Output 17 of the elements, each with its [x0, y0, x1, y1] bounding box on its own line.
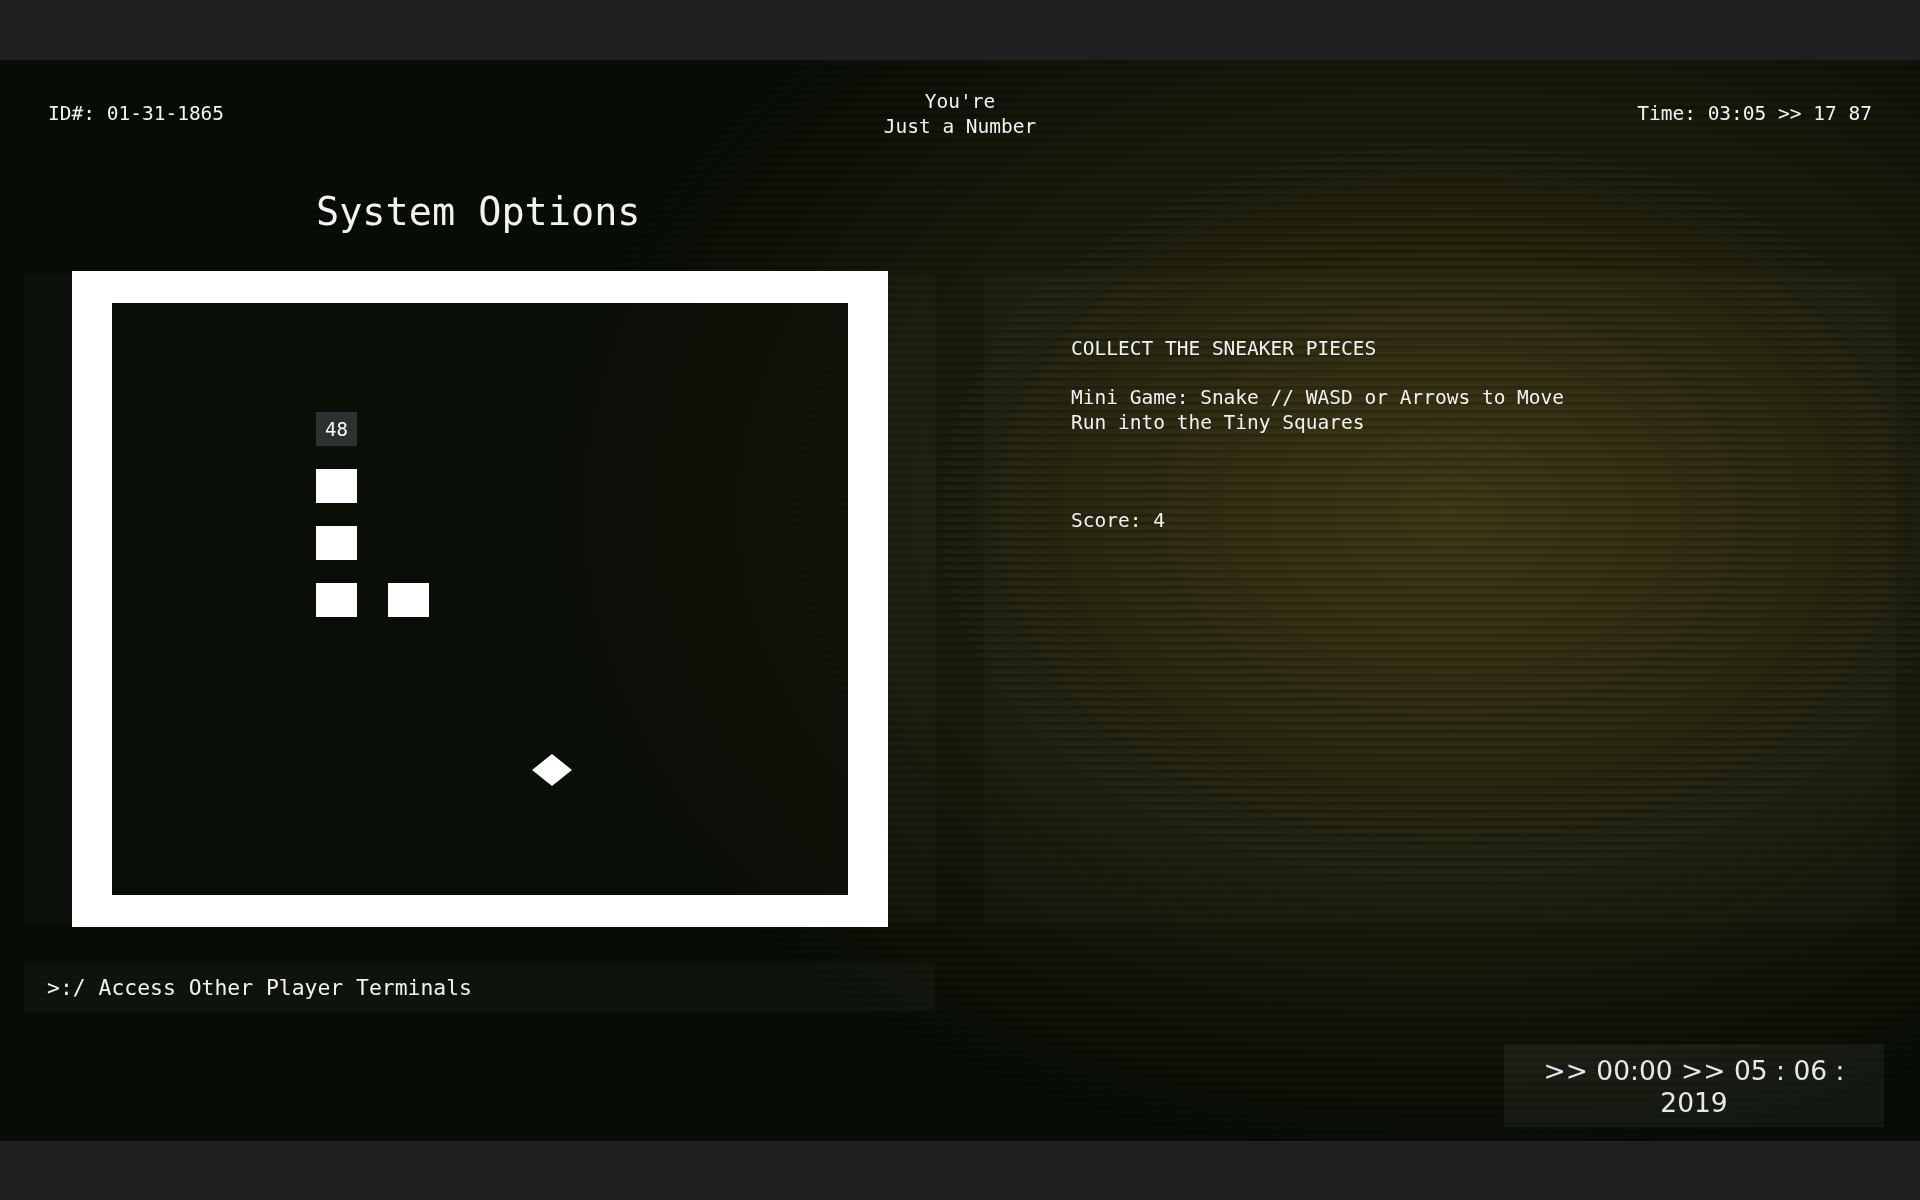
player-id: ID#: 01-31-1865: [48, 101, 225, 127]
instruction-text: Run into the Tiny Squares: [1071, 410, 1366, 435]
snake-head: 48: [316, 412, 357, 446]
date-readout: >> 00:00 >> 05 : 06 : 2019: [1504, 1044, 1884, 1127]
header-title: Just a Number: [883, 114, 1037, 139]
snake-segment: [388, 583, 429, 617]
page-title: System Options: [316, 188, 642, 236]
snake-segment: [316, 469, 357, 503]
snake-segment: [316, 526, 357, 560]
score-text: Score: 4: [1071, 508, 1166, 533]
info-heading: COLLECT THE SNEAKER PIECES: [1071, 336, 1378, 361]
instruction-text: Mini Game: Snake // WASD or Arrows to Move: [1071, 385, 1566, 410]
time-readout: Time: 03:05 >> 17 87: [1637, 101, 1872, 127]
access-terminals-link[interactable]: >:/ Access Other Player Terminals: [24, 962, 935, 1012]
snake-segment: [316, 583, 357, 617]
food-diamond: [532, 754, 572, 786]
header-title: You're: [924, 89, 996, 114]
